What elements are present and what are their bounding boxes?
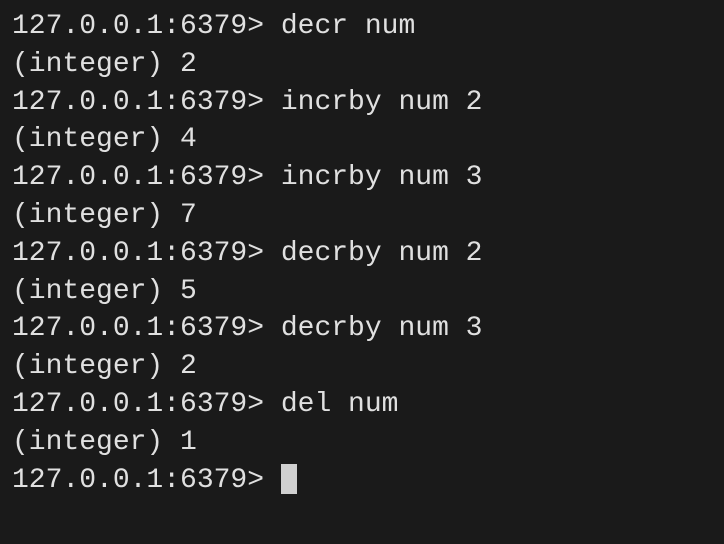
terminal-line: 127.0.0.1:6379> decrby num 3	[12, 310, 712, 348]
terminal-line: 127.0.0.1:6379> incrby num 2	[12, 84, 712, 122]
prompt: 127.0.0.1:6379>	[12, 389, 281, 420]
terminal-output: (integer) 5	[12, 273, 712, 311]
command-text: del num	[281, 389, 399, 420]
prompt: 127.0.0.1:6379>	[12, 11, 281, 42]
cursor-icon	[281, 464, 297, 494]
command-text: decrby num 2	[281, 238, 483, 269]
command-text: incrby num 2	[281, 87, 483, 118]
output-text: (integer) 1	[12, 427, 197, 458]
command-text: decr num	[281, 11, 415, 42]
terminal-line: 127.0.0.1:6379> decrby num 2	[12, 235, 712, 273]
command-text: incrby num 3	[281, 162, 483, 193]
output-text: (integer) 5	[12, 276, 197, 307]
command-text: decrby num 3	[281, 313, 483, 344]
output-text: (integer) 4	[12, 124, 197, 155]
terminal-window[interactable]: 127.0.0.1:6379> decr num (integer) 2 127…	[12, 8, 712, 499]
prompt: 127.0.0.1:6379>	[12, 462, 281, 500]
prompt: 127.0.0.1:6379>	[12, 238, 281, 269]
terminal-current-line[interactable]: 127.0.0.1:6379>	[12, 462, 712, 500]
terminal-output: (integer) 2	[12, 46, 712, 84]
output-text: (integer) 2	[12, 49, 197, 80]
prompt: 127.0.0.1:6379>	[12, 87, 281, 118]
terminal-line: 127.0.0.1:6379> decr num	[12, 8, 712, 46]
output-text: (integer) 2	[12, 351, 197, 382]
terminal-output: (integer) 1	[12, 424, 712, 462]
output-text: (integer) 7	[12, 200, 197, 231]
terminal-output: (integer) 2	[12, 348, 712, 386]
prompt: 127.0.0.1:6379>	[12, 162, 281, 193]
prompt: 127.0.0.1:6379>	[12, 313, 281, 344]
terminal-output: (integer) 4	[12, 121, 712, 159]
terminal-output: (integer) 7	[12, 197, 712, 235]
terminal-line: 127.0.0.1:6379> incrby num 3	[12, 159, 712, 197]
terminal-line: 127.0.0.1:6379> del num	[12, 386, 712, 424]
